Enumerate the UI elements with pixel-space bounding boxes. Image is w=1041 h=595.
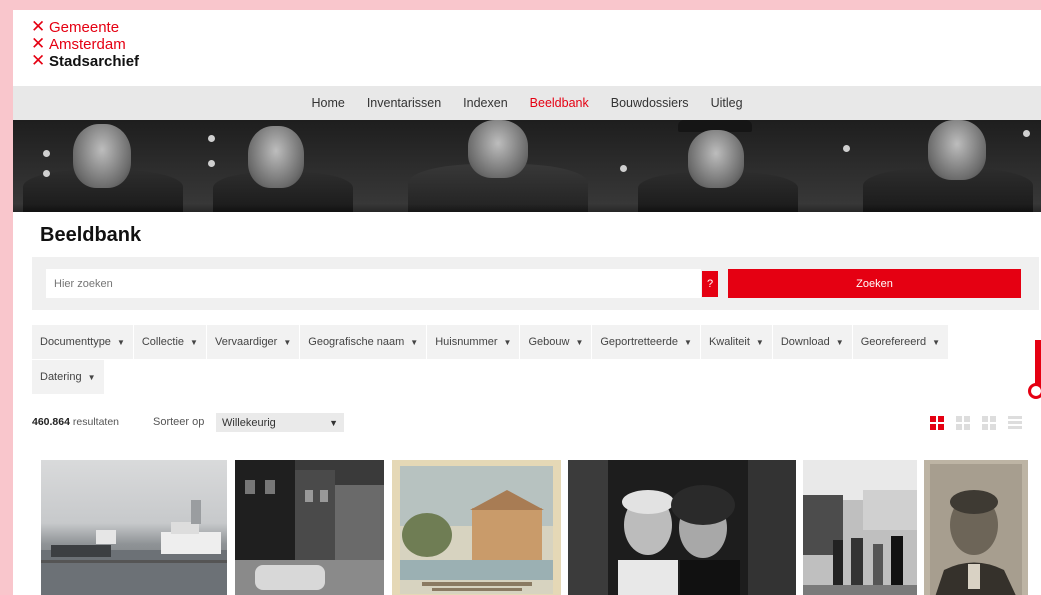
- result-thumbnail[interactable]: [235, 460, 384, 595]
- hero-figure: [23, 120, 183, 212]
- grid-medium-icon[interactable]: [956, 416, 970, 430]
- results-suffix: resultaten: [72, 416, 120, 428]
- hero-figure: [408, 120, 588, 212]
- filter-label: Geografische naam: [308, 336, 405, 348]
- chevron-down-icon: ▼: [684, 337, 692, 347]
- search-panel: ? Zoeken: [32, 257, 1039, 310]
- filter-gebouw[interactable]: Gebouw ▼: [520, 325, 593, 359]
- chevron-down-icon: ▼: [410, 337, 419, 347]
- nav-item-beeldbank[interactable]: Beeldbank: [530, 96, 589, 110]
- feedback-circle-icon[interactable]: [1028, 383, 1041, 399]
- results-number: 460.864: [32, 416, 70, 428]
- logo-line-3: Stadsarchief: [49, 53, 140, 70]
- filter-label: Download: [780, 336, 830, 348]
- search-help-button[interactable]: ?: [702, 271, 718, 297]
- page: ✕ Gemeente ✕ Amsterdam ✕ Stadsarchief Home …: [13, 10, 1041, 595]
- chevron-down-icon: ▼: [503, 337, 512, 347]
- chevron-down-icon: ▼: [283, 337, 292, 347]
- filter-vervaardiger[interactable]: Vervaardiger ▼: [206, 325, 301, 359]
- filter-bar: Documenttype ▼ Collectie ▼ Vervaardiger ▼ G…: [32, 325, 1012, 395]
- hero-figure: [620, 120, 798, 212]
- filter-geportretteerde[interactable]: Geportretteerde ▼: [592, 325, 701, 359]
- filter-label: Datering: [40, 371, 82, 383]
- chevron-down-icon: ▼: [329, 417, 338, 428]
- chevron-down-icon: ▼: [116, 337, 125, 347]
- filter-geografische-naam[interactable]: Geografische naam ▼: [300, 325, 428, 359]
- nav-item-indexen[interactable]: Indexen: [463, 96, 507, 110]
- filter-documenttype[interactable]: Documenttype ▼: [32, 325, 134, 359]
- result-thumbnail[interactable]: [568, 460, 796, 595]
- nav-item-bouwdossiers[interactable]: Bouwdossiers: [611, 96, 689, 110]
- chevron-down-icon: ▼: [575, 337, 584, 347]
- filter-label: Gebouw: [528, 336, 570, 348]
- sort-select[interactable]: Willekeurig ▼: [216, 413, 344, 432]
- results-count: 460.864 resultaten: [32, 416, 119, 428]
- chevron-down-icon: ▼: [755, 337, 764, 347]
- nav-item-inventarissen[interactable]: Inventarissen: [367, 96, 441, 110]
- result-thumbnail[interactable]: [392, 460, 561, 595]
- main-nav: Home Inventarissen Indexen Beeldbank Bou…: [13, 86, 1041, 120]
- logo-line-2: Amsterdam: [49, 36, 126, 53]
- search-input[interactable]: [46, 269, 701, 298]
- sort-label: Sorteer op: [153, 416, 205, 428]
- result-thumbnail[interactable]: [41, 460, 227, 595]
- chevron-down-icon: ▼: [87, 372, 96, 382]
- filter-kwaliteit[interactable]: Kwaliteit ▼: [700, 325, 773, 359]
- filter-label: Kwaliteit: [708, 336, 750, 348]
- view-switcher: [930, 416, 1034, 430]
- nav-item-home[interactable]: Home: [311, 96, 344, 110]
- grid-small-icon[interactable]: [982, 416, 996, 430]
- filter-datering[interactable]: Datering ▼: [32, 360, 105, 394]
- result-thumbnail[interactable]: [803, 460, 917, 595]
- nav-item-uitleg[interactable]: Uitleg: [711, 96, 743, 110]
- result-thumbnail[interactable]: [924, 460, 1028, 595]
- filter-georefereerd[interactable]: Georefereerd ▼: [852, 325, 950, 359]
- hero-figure: [203, 120, 353, 212]
- list-icon[interactable]: [1008, 416, 1022, 430]
- chevron-down-icon: ▼: [190, 337, 198, 347]
- filter-label: Documenttype: [40, 336, 111, 348]
- grid-large-icon[interactable]: [930, 416, 944, 430]
- page-title: Beeldbank: [40, 224, 142, 246]
- gemeente-amsterdam-logo[interactable]: ✕ Gemeente ✕ Amsterdam ✕ Stadsarchief: [31, 19, 140, 71]
- filter-label: Collectie: [141, 336, 185, 348]
- filter-download[interactable]: Download ▼: [772, 325, 853, 359]
- filter-label: Huisnummer: [435, 336, 498, 348]
- filter-label: Geportretteerde: [600, 336, 679, 348]
- sort-value: Willekeurig: [222, 416, 276, 429]
- feedback-tab[interactable]: [1035, 340, 1041, 386]
- chevron-down-icon: ▼: [835, 337, 844, 347]
- filter-label: Georefereerd: [860, 336, 927, 348]
- hero-banner-image: [13, 120, 1041, 212]
- filter-label: Vervaardiger: [214, 336, 278, 348]
- logo-line-1: Gemeente: [49, 19, 120, 36]
- search-button[interactable]: Zoeken: [728, 269, 1021, 298]
- chevron-down-icon: ▼: [932, 337, 941, 347]
- hero-figure: [843, 120, 1033, 212]
- filter-collectie[interactable]: Collectie ▼: [133, 325, 207, 359]
- filter-huisnummer[interactable]: Huisnummer ▼: [427, 325, 521, 359]
- logo-cross-icon: ✕: [31, 51, 46, 71]
